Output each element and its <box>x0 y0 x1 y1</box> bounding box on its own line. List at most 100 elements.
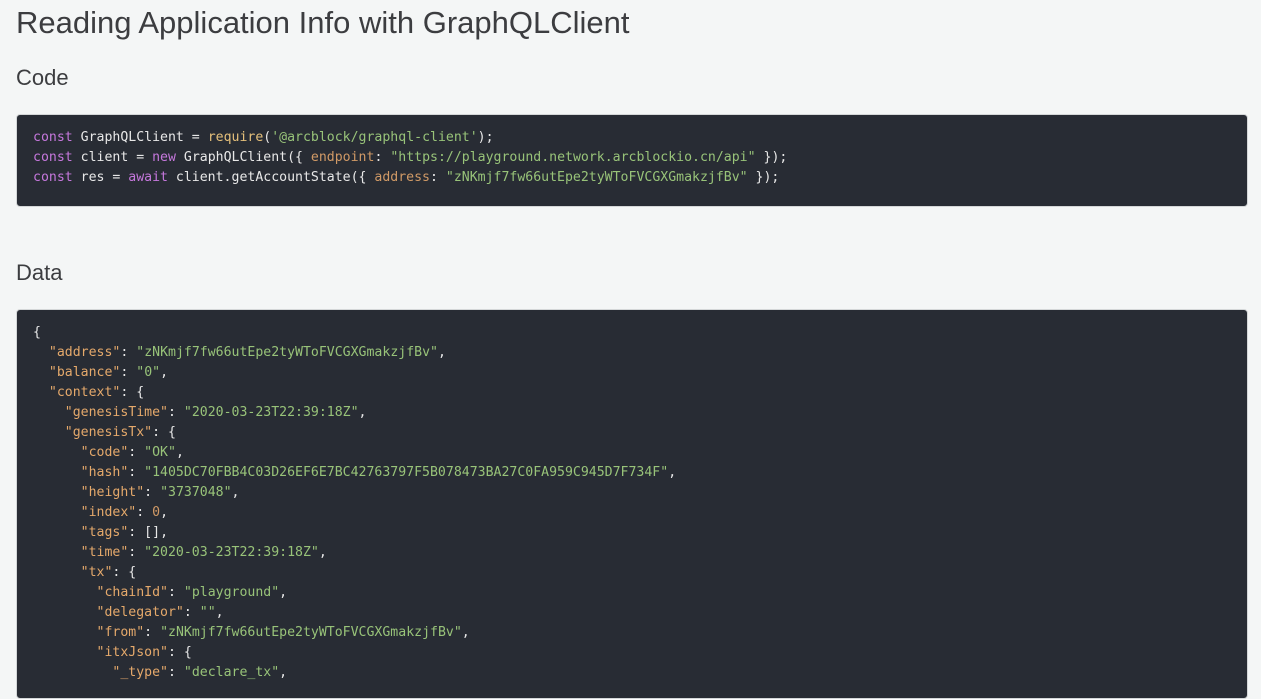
json-key: "index" <box>80 505 137 520</box>
json-separator: : <box>120 365 137 380</box>
json-line: "balance": "0", <box>33 363 1231 383</box>
json-key: "itxJson" <box>96 645 168 660</box>
json-separator: { <box>33 325 41 340</box>
code-token: const <box>33 130 73 145</box>
json-separator: : <box>112 565 129 580</box>
json-line: "from": "zNKmjf7fw66utEpe2tyWToFVCGXGmak… <box>33 623 1231 643</box>
json-value: "playground" <box>183 585 280 600</box>
code-token: : <box>374 150 391 165</box>
code-token: }); <box>755 150 788 165</box>
json-value: 0 <box>152 505 161 520</box>
code-token: const <box>33 170 73 185</box>
json-separator: : <box>128 545 145 560</box>
code-token: GraphQLClient({ <box>175 150 311 165</box>
page-title: Reading Application Info with GraphQLCli… <box>16 5 630 40</box>
json-line: "genesisTx": { <box>33 423 1231 443</box>
json-value: "2020-03-23T22:39:18Z" <box>144 545 319 560</box>
code-token: new <box>152 150 176 165</box>
json-separator: : <box>167 405 184 420</box>
json-value: "3737048" <box>160 485 232 500</box>
json-value: { <box>168 425 176 440</box>
json-key: "address" <box>48 345 121 360</box>
json-separator: : <box>144 485 161 500</box>
json-key: "from" <box>96 625 145 640</box>
json-key: "hash" <box>80 465 129 480</box>
json-separator: : <box>136 505 153 520</box>
json-line: "hash": "1405DC70FBB4C03D26EF6E7BC427637… <box>33 463 1231 483</box>
json-line: "_type": "declare_tx", <box>33 663 1231 683</box>
json-value: "OK" <box>144 445 176 460</box>
json-punctuation: , <box>215 605 224 620</box>
json-key: "delegator" <box>96 605 184 620</box>
data-json-block[interactable]: { "address": "zNKmjf7fw66utEpe2tyWToFVCG… <box>16 309 1248 699</box>
json-line: "height": "3737048", <box>33 483 1231 503</box>
json-punctuation: , <box>160 365 169 380</box>
json-punctuation: , <box>175 445 184 460</box>
json-line: "tx": { <box>33 563 1231 583</box>
code-token: "zNKmjf7fw66utEpe2tyWToFVCGXGmakzjfBv" <box>445 170 748 185</box>
code-token: client.getAccountState({ <box>167 170 375 185</box>
json-key: "context" <box>48 385 121 400</box>
json-punctuation: , <box>279 585 288 600</box>
json-line: "tags": [], <box>33 523 1231 543</box>
code-token: require <box>207 130 264 145</box>
json-separator: : <box>128 445 145 460</box>
json-line: "index": 0, <box>33 503 1231 523</box>
json-punctuation: , <box>358 405 367 420</box>
json-punctuation: , <box>279 665 288 680</box>
code-line: const GraphQLClient = require('@arcblock… <box>33 128 1231 148</box>
json-value: "zNKmjf7fw66utEpe2tyWToFVCGXGmakzjfBv" <box>136 345 438 360</box>
json-key: "genesisTx" <box>64 425 153 440</box>
json-line: "address": "zNKmjf7fw66utEpe2tyWToFVCGXG… <box>33 343 1231 363</box>
code-line: const client = new GraphQLClient({ endpo… <box>33 148 1231 168</box>
json-value: { <box>128 565 137 580</box>
json-punctuation: , <box>437 345 446 360</box>
code-token: const <box>33 150 73 165</box>
json-value: "1405DC70FBB4C03D26EF6E7BC42763797F5B078… <box>144 465 669 480</box>
code-token: "https://playground.network.arcblockio.c… <box>390 150 756 165</box>
json-value: "" <box>199 605 216 620</box>
json-key: "time" <box>80 545 129 560</box>
json-punctuation: , <box>160 525 169 540</box>
json-punctuation: , <box>318 545 327 560</box>
code-token: client = <box>72 150 153 165</box>
json-separator: : <box>168 645 184 660</box>
json-punctuation: , <box>668 465 677 480</box>
code-block[interactable]: const GraphQLClient = require('@arcblock… <box>16 114 1248 207</box>
json-separator: : <box>167 665 184 680</box>
data-section-heading: Data <box>16 260 63 285</box>
json-line: "delegator": "", <box>33 603 1231 623</box>
json-separator: : <box>120 385 137 400</box>
json-key: "genesisTime" <box>64 405 168 420</box>
json-key: "balance" <box>48 365 121 380</box>
code-token: res = <box>72 170 129 185</box>
json-line: "chainId": "playground", <box>33 583 1231 603</box>
code-token: endpoint <box>310 150 375 165</box>
json-key: "_type" <box>112 665 168 680</box>
json-line: "time": "2020-03-23T22:39:18Z", <box>33 543 1231 563</box>
json-line: "context": { <box>33 383 1231 403</box>
json-value: "declare_tx" <box>183 665 280 680</box>
code-token: : <box>430 170 446 185</box>
json-value: "2020-03-23T22:39:18Z" <box>183 405 359 420</box>
json-key: "tx" <box>80 565 113 580</box>
code-token: '@arcblock/graphql-client' <box>271 130 478 145</box>
code-token: ); <box>477 130 494 145</box>
code-token: GraphQLClient = <box>72 130 208 145</box>
json-key: "tags" <box>80 525 129 540</box>
json-value: "0" <box>136 365 161 380</box>
